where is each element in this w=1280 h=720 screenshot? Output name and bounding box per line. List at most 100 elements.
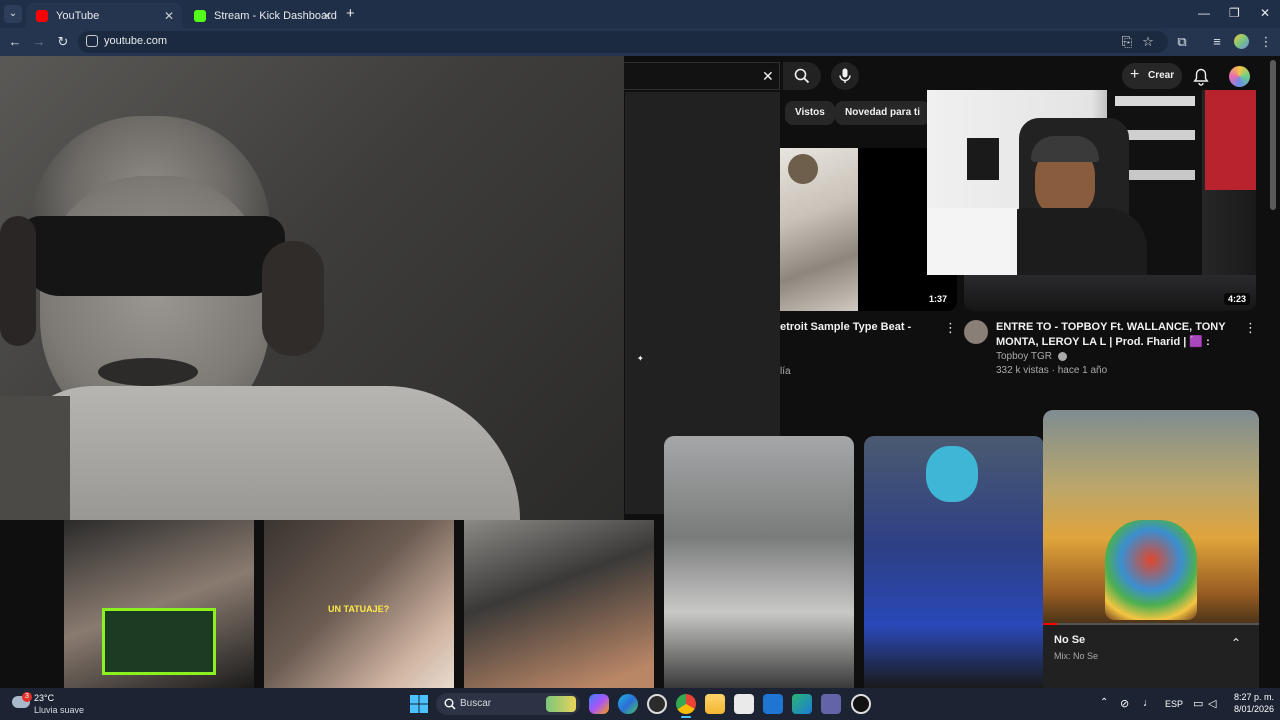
network-icon[interactable]: ⊘ [1120, 697, 1129, 710]
short-card-3[interactable] [464, 520, 654, 688]
bookmark-star-icon[interactable]: ☆ [1139, 33, 1157, 51]
chrome-active-indicator [681, 716, 691, 718]
back-icon[interactable]: ← [6, 33, 24, 51]
close-window-button[interactable]: ✕ [1260, 6, 1270, 20]
taskbar-search-icon [444, 698, 456, 710]
chip-vistos[interactable]: Vistos [785, 101, 835, 125]
file-explorer-icon[interactable] [705, 694, 725, 714]
miniplayer-progress[interactable] [1043, 623, 1259, 625]
plus-icon: + [1130, 66, 1140, 83]
video-menu-2-icon[interactable]: ⋮ [1244, 320, 1257, 336]
short-inset-frame [102, 608, 216, 675]
store-icon[interactable] [734, 694, 754, 714]
taskbar-search-box[interactable]: Buscar [436, 693, 580, 715]
tab-search-dropdown[interactable]: ⌄ [4, 5, 22, 23]
search-icon [794, 68, 810, 84]
overlay-jacket [0, 396, 70, 520]
chrome-menu-icon[interactable]: ⋮ [1257, 33, 1275, 51]
miniplayer-subtitle: Mix: No Se [1054, 651, 1099, 661]
volume-icon[interactable]: ◁ [1208, 697, 1216, 710]
video-stats-2: 332 k vistas · hace 1 año [996, 365, 1108, 376]
youtube-logo-icon [36, 9, 48, 22]
webcam-speaker [967, 138, 999, 180]
tab-kick-label: Stream - Kick Dashboard [214, 9, 337, 22]
clock[interactable]: 8:27 p. m. 8/01/2026 [1224, 692, 1274, 714]
restore-button[interactable]: ❐ [1229, 6, 1240, 20]
tray-overflow-icon[interactable]: ⌃ [1100, 697, 1108, 708]
kick-logo-icon [194, 9, 206, 22]
overlay-headphone-left [0, 216, 36, 346]
taskbar-search-placeholder: Buscar [460, 698, 492, 709]
profile-avatar[interactable] [1234, 34, 1249, 49]
weather-widget[interactable]: 3 23°C Lluvia suave [10, 690, 100, 718]
tab-youtube-label: YouTube [56, 9, 100, 22]
stream-video-overlay [0, 56, 624, 520]
copilot-icon[interactable] [589, 694, 609, 714]
search-button[interactable] [783, 62, 821, 90]
youtube-page: ✕ + Crear Vistos Novedad para ti 1:37 et… [0, 56, 1280, 688]
webcam-red-jacket [1205, 90, 1256, 190]
address-bar[interactable]: youtube.com [78, 31, 1168, 53]
webcam-shelf-item [1115, 96, 1195, 106]
gallery-icon[interactable] [792, 694, 812, 714]
notifications-bell-icon[interactable] [1193, 68, 1209, 86]
close-tab-kick-icon[interactable]: ✕ [322, 9, 332, 23]
video-menu-1-icon[interactable]: ⋮ [944, 320, 957, 336]
short-card-4[interactable] [664, 436, 854, 688]
obs-icon[interactable] [851, 694, 871, 714]
reading-list-icon[interactable]: ≡ [1208, 33, 1226, 51]
browser-tab-strip: ⌄ YouTube ✕ Stream - Kick Dashboard ✕ + … [0, 0, 1280, 28]
install-app-icon[interactable]: ⎘ [1118, 33, 1136, 51]
page-scrollbar[interactable] [1270, 60, 1276, 210]
channel-name-text: Topboy TGR [996, 351, 1052, 362]
new-tab-button[interactable]: + [346, 5, 355, 22]
close-tab-youtube-icon[interactable]: ✕ [164, 9, 174, 23]
extensions-icon[interactable]: ⧉ [1173, 33, 1191, 51]
create-button[interactable]: + Crear [1122, 63, 1182, 89]
miniplayer-video[interactable] [1043, 410, 1259, 624]
overlay-hoodie [0, 386, 520, 520]
weather-temp: 23°C [34, 693, 55, 703]
windows-start-icon[interactable] [410, 695, 428, 713]
weather-badge: 3 [22, 692, 32, 702]
tab-kick[interactable]: Stream - Kick Dashboard ✕ [184, 3, 340, 28]
site-info-icon[interactable] [86, 35, 98, 47]
short-card-5[interactable] [864, 436, 1044, 688]
webcam-person-cap [1031, 136, 1099, 162]
channel-name-2[interactable]: Topboy TGR [996, 350, 1067, 364]
video-duration-1: 1:37 [924, 293, 951, 305]
verified-badge-icon [1057, 351, 1067, 361]
overlay-mustache [98, 358, 198, 386]
short-card-1[interactable] [64, 520, 254, 688]
video-meta-1: lía [780, 366, 791, 377]
voice-search-button[interactable] [831, 62, 859, 90]
forward-icon[interactable]: → [30, 33, 48, 51]
short-person-head [926, 446, 978, 502]
account-avatar[interactable] [1229, 66, 1250, 87]
thumbnail-figure [788, 154, 818, 184]
channel-avatar-2[interactable] [964, 320, 988, 344]
miniplayer-expand-icon[interactable]: ⌃ [1231, 636, 1241, 650]
windows-taskbar [0, 688, 1280, 720]
chip-novedad[interactable]: Novedad para ti [835, 101, 931, 125]
input-language[interactable]: ESP [1165, 699, 1183, 709]
miniplayer[interactable]: No Se Mix: No Se ⌃ [1043, 410, 1259, 688]
teams-icon[interactable] [821, 694, 841, 714]
weather-desc: Lluvia suave [34, 705, 85, 715]
display-icon[interactable]: ▭ [1193, 697, 1203, 710]
search-highlight-image [546, 696, 576, 712]
video-title-2[interactable]: ENTRE TO - TOPBOY Ft. WALLANCE, TONY MON… [996, 320, 1236, 350]
video-title-1[interactable]: etroit Sample Type Beat - [780, 320, 930, 335]
minimize-button[interactable]: — [1198, 6, 1210, 20]
tab-youtube[interactable]: YouTube ✕ [26, 3, 182, 28]
mic-tray-icon[interactable]: ♩ [1143, 697, 1154, 709]
mail-icon[interactable] [763, 694, 783, 714]
app-icon[interactable] [647, 694, 667, 714]
miniplayer-title: No Se [1054, 634, 1086, 646]
short-card-2[interactable]: UN TATUAJE? [264, 520, 454, 688]
chrome-icon[interactable] [676, 694, 696, 714]
url-text: youtube.com [104, 35, 167, 47]
search-clear-icon[interactable]: ✕ [762, 68, 774, 85]
edge-icon[interactable] [618, 694, 638, 714]
reload-icon[interactable]: ↻ [54, 33, 72, 51]
